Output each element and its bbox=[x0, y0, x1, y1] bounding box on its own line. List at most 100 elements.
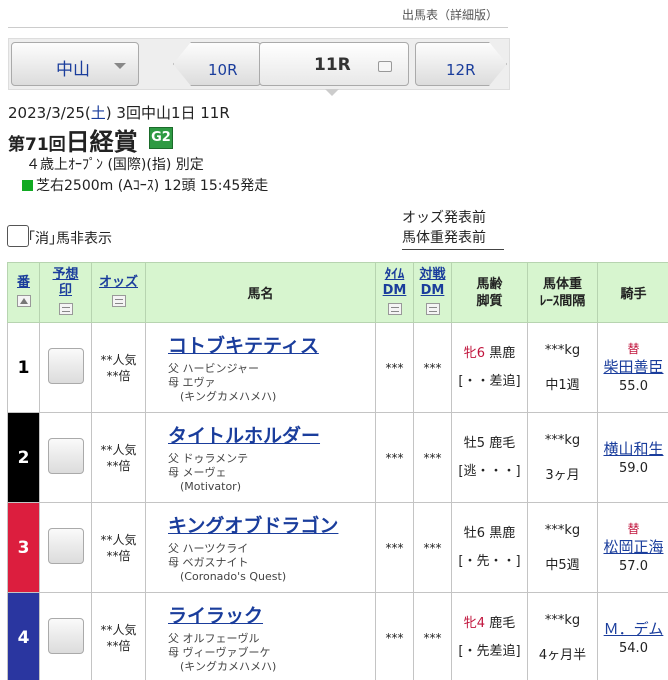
next-race-button[interactable]: 12R bbox=[415, 42, 507, 86]
weight-cell: ***kg 3ヶ月 bbox=[527, 412, 598, 503]
match-dm: *** bbox=[413, 592, 452, 680]
odds-value: **倍 bbox=[106, 368, 131, 383]
horse-number: 1 bbox=[7, 322, 40, 413]
jockey-link[interactable]: Ｍ．デム bbox=[598, 619, 668, 639]
jockey-link[interactable]: 横山和生 bbox=[598, 439, 668, 459]
table-row: 3 **人気 **倍 キングオブドラゴン 父 ハーツクライ 母 ベガスナイト (C… bbox=[7, 502, 668, 593]
jockey-change-badge: 替 bbox=[627, 342, 640, 356]
table-row: 2 **人気 **倍 タイトルホルダー 父 ドゥラメンテ 母 メーヴェ (Moti… bbox=[7, 412, 668, 503]
turf-icon bbox=[22, 180, 33, 191]
dam-sire: (Motivator) bbox=[180, 480, 241, 493]
horse-weight: ***kg bbox=[544, 522, 581, 538]
venue-label: 中山 bbox=[56, 60, 90, 80]
match-dm-header-1[interactable]: 対戦 bbox=[414, 267, 451, 283]
age-style-cell: 牡6 黒鹿 [・先・・] bbox=[451, 502, 528, 593]
horse-cell: コトブキテティス 父 ハービンジャー 母 エヴァ (キングカメハメハ) bbox=[145, 322, 376, 413]
horse-weight: ***kg bbox=[544, 612, 581, 628]
weight-cell: ***kg 中1週 bbox=[527, 322, 598, 413]
jockey-cell: 横山和生 59.0 bbox=[597, 412, 668, 503]
jockey-link[interactable]: 松岡正海 bbox=[598, 537, 668, 557]
odds-value: **倍 bbox=[106, 458, 131, 473]
sort-asc-icon[interactable] bbox=[16, 294, 31, 307]
running-style: [・先差追] bbox=[458, 643, 521, 659]
course-text: 芝右2500m (Aｺｰｽ) 12頭 15:45発走 bbox=[36, 178, 269, 194]
odds-header[interactable]: オッズ bbox=[92, 275, 145, 291]
sire: 父 オルフェーヴル bbox=[168, 632, 260, 645]
prev-race-label: 10R bbox=[208, 61, 238, 79]
venue-select[interactable]: 中山 bbox=[11, 42, 139, 86]
next-race-label: 12R bbox=[446, 61, 476, 79]
dam: 母 エヴァ bbox=[168, 376, 216, 389]
match-dm: *** bbox=[413, 502, 452, 593]
prediction-mark-button[interactable] bbox=[47, 617, 84, 654]
carried-weight: 59.0 bbox=[619, 461, 648, 476]
time-dm: *** bbox=[375, 592, 414, 680]
race-interval: 4ヶ月半 bbox=[538, 647, 587, 663]
dam-sire: (Coronado's Quest) bbox=[180, 570, 287, 583]
hide-scratched-checkbox[interactable] bbox=[7, 225, 29, 247]
jockey-link[interactable]: 柴田善臣 bbox=[598, 357, 668, 377]
style-header: 脚質 bbox=[476, 293, 503, 309]
prediction-header-1[interactable]: 予想 bbox=[40, 267, 91, 283]
running-style: [・・差追] bbox=[458, 373, 521, 389]
col-weight-interval: 馬体重 ﾚｰｽ間隔 bbox=[527, 262, 598, 323]
carried-weight: 54.0 bbox=[619, 641, 648, 656]
match-dm-header-2[interactable]: DM bbox=[414, 283, 451, 299]
sex-age: 牡5 bbox=[463, 435, 486, 451]
jockey-cell: 替 柴田善臣 55.0 bbox=[597, 322, 668, 413]
time-dm: *** bbox=[375, 412, 414, 503]
odds-cell: **人気 **倍 bbox=[91, 412, 146, 503]
odds-cell: **人気 **倍 bbox=[91, 322, 146, 413]
match-dm: *** bbox=[413, 412, 452, 503]
horse-name-link[interactable]: ライラック bbox=[168, 601, 375, 628]
horse-weight: ***kg bbox=[544, 432, 581, 448]
jockey-change-badge: 替 bbox=[627, 522, 640, 536]
entry-table: 番 予想 印 オッズ 馬名 ﾀｲﾑ DM 対戦 DM 馬齢 脚質 馬体重 ﾚｰｽ… bbox=[7, 262, 668, 680]
interval-header: ﾚｰｽ間隔 bbox=[539, 293, 586, 309]
col-odds: オッズ bbox=[91, 262, 146, 323]
popularity: **人気 bbox=[100, 532, 137, 547]
prediction-mark-button[interactable] bbox=[47, 347, 84, 384]
horse-cell: タイトルホルダー 父 ドゥラメンテ 母 メーヴェ (Motivator) bbox=[145, 412, 376, 503]
sort-icon[interactable] bbox=[111, 294, 126, 307]
current-race-button[interactable]: 11R bbox=[259, 42, 409, 86]
race-name: 日経賞 bbox=[65, 128, 138, 156]
time-dm-header-2[interactable]: DM bbox=[376, 283, 413, 299]
horse-name-link[interactable]: コトブキテティス bbox=[168, 331, 375, 358]
odds-cell: **人気 **倍 bbox=[91, 502, 146, 593]
dam: 母 メーヴェ bbox=[168, 466, 227, 479]
time-dm-header-1[interactable]: ﾀｲﾑ bbox=[376, 267, 413, 283]
coat: 鹿毛 bbox=[489, 435, 516, 451]
sort-icon[interactable] bbox=[58, 302, 73, 315]
horse-number: 4 bbox=[7, 592, 40, 680]
race-edition: 第71回 bbox=[8, 135, 66, 155]
sort-number-link[interactable]: 番 bbox=[8, 275, 39, 291]
sort-icon[interactable] bbox=[425, 302, 440, 315]
odds-note: オッズ発表前 bbox=[402, 210, 486, 226]
col-age-style: 馬齢 脚質 bbox=[451, 262, 528, 323]
detailed-card-link[interactable]: 出馬表（詳細版） bbox=[402, 6, 498, 23]
race-date: 2023/3/25(土) 3回中山1日 11R bbox=[8, 102, 230, 123]
prediction-mark-button[interactable] bbox=[47, 527, 84, 564]
match-dm: *** bbox=[413, 322, 452, 413]
current-race-label: 11R bbox=[314, 55, 351, 75]
odds-cell: **人気 **倍 bbox=[91, 592, 146, 680]
col-horse: 馬名 bbox=[145, 262, 376, 323]
sex-age: 牝4 bbox=[463, 615, 486, 631]
prediction-mark-button[interactable] bbox=[47, 437, 84, 474]
current-race-indicator bbox=[325, 89, 339, 96]
horse-name-link[interactable]: タイトルホルダー bbox=[168, 421, 375, 448]
table-row: 1 **人気 **倍 コトブキテティス 父 ハービンジャー 母 エヴァ (キングカ… bbox=[7, 322, 668, 413]
col-time-dm: ﾀｲﾑ DM bbox=[375, 262, 414, 323]
popularity: **人気 bbox=[100, 352, 137, 367]
prev-race-button[interactable]: 10R bbox=[173, 42, 261, 86]
age-header: 馬齢 bbox=[476, 276, 503, 292]
age-style-cell: 牝4 鹿毛 [・先差追] bbox=[451, 592, 528, 680]
col-prediction: 予想 印 bbox=[39, 262, 92, 323]
sort-icon[interactable] bbox=[387, 302, 402, 315]
age-style-cell: 牡5 鹿毛 [逃・・・] bbox=[451, 412, 528, 503]
date-text: 2023/3/25( bbox=[8, 104, 91, 122]
dam: 母 ベガスナイト bbox=[168, 556, 249, 569]
prediction-header-2[interactable]: 印 bbox=[40, 283, 91, 299]
horse-name-link[interactable]: キングオブドラゴン bbox=[168, 511, 375, 538]
